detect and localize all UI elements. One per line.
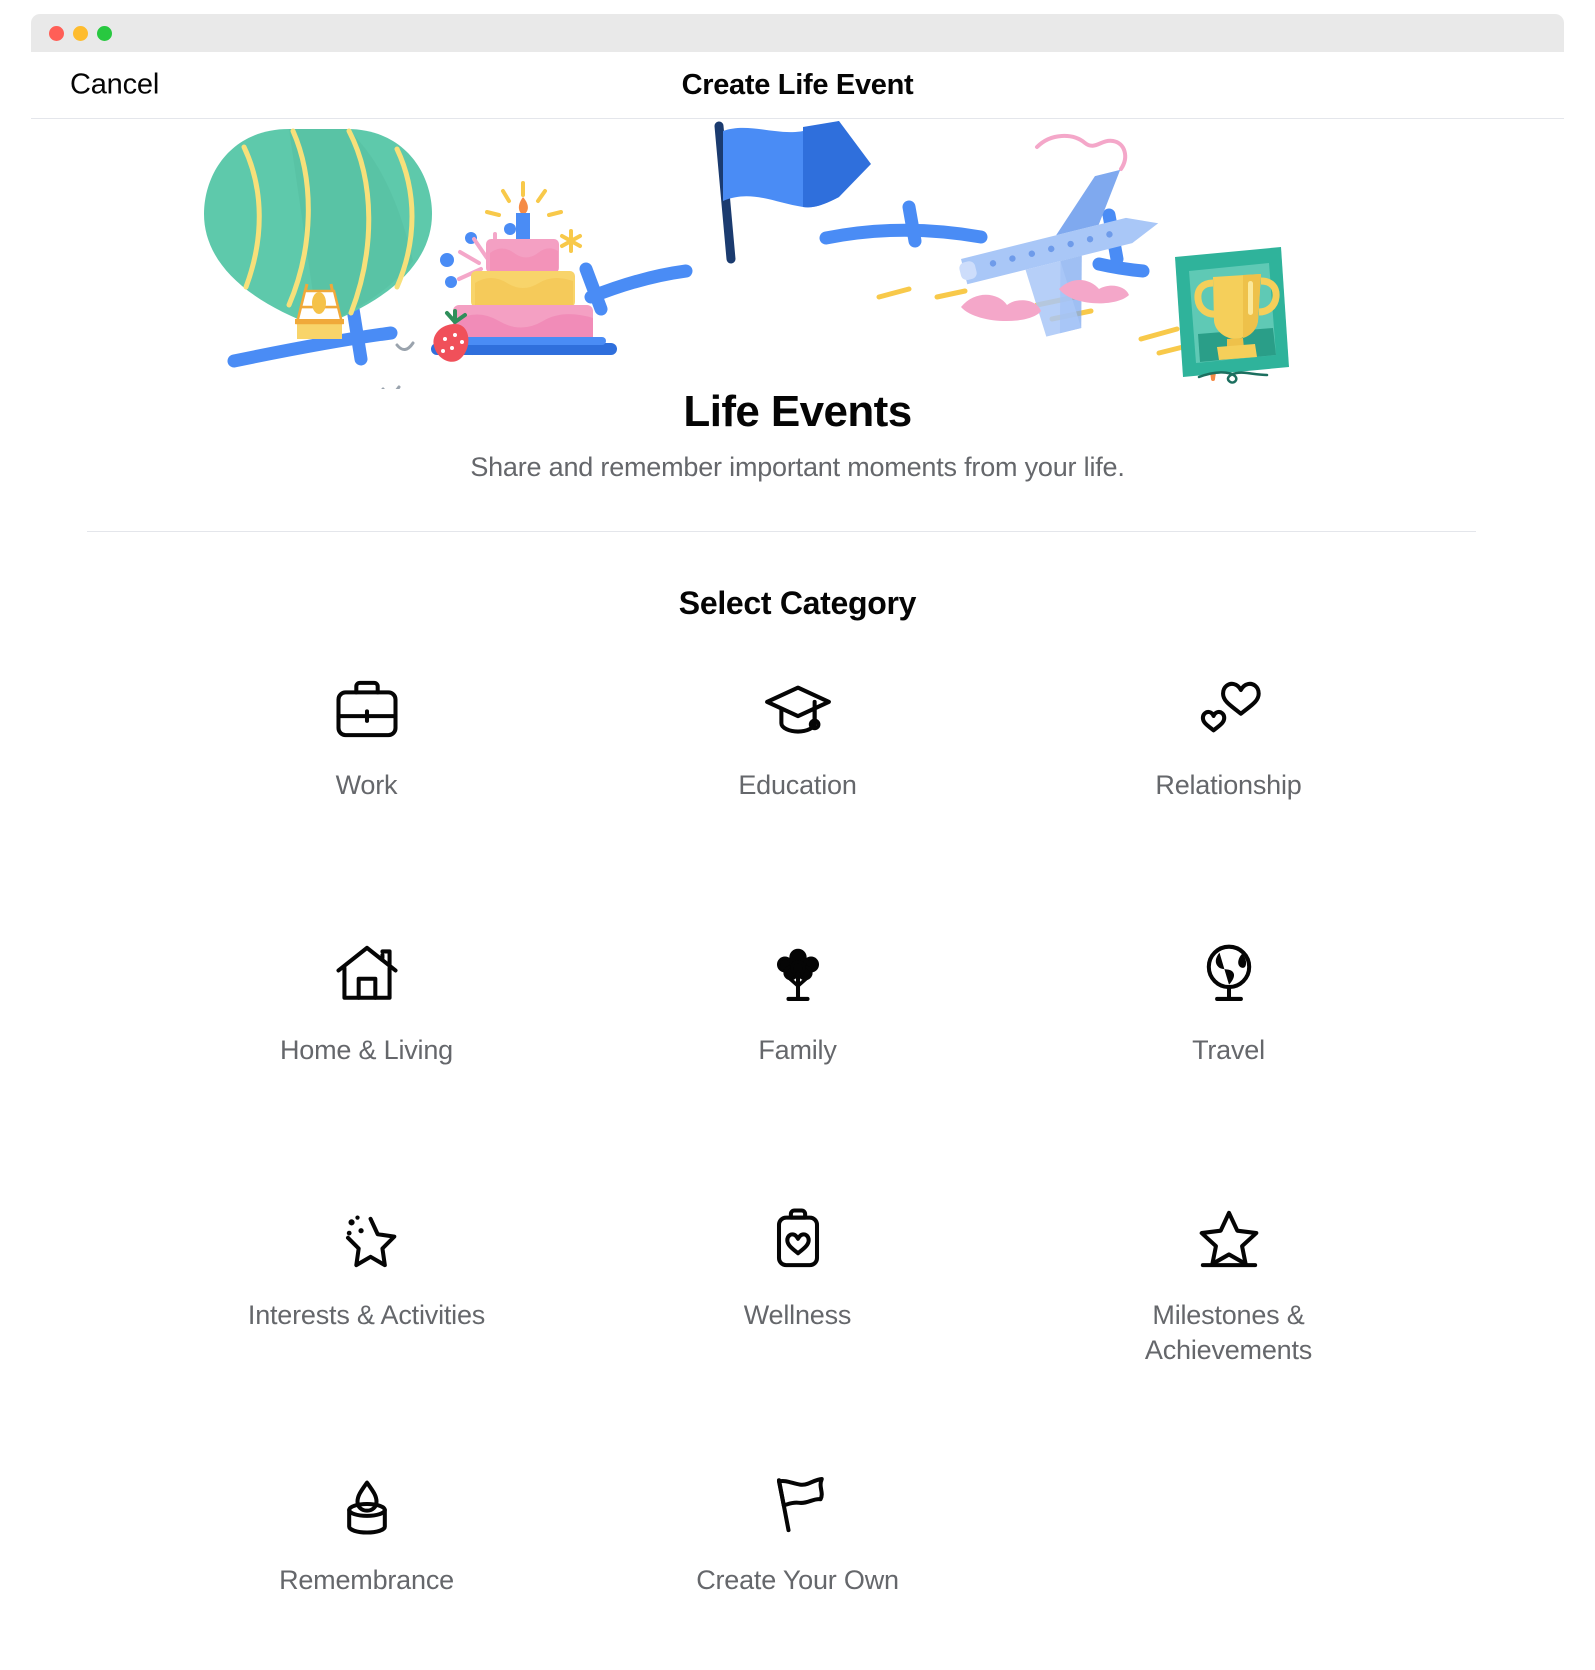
category-label: Milestones & Achievements: [1144, 1300, 1313, 1366]
section-divider: [87, 531, 1476, 532]
category-label: Home & Living: [280, 1035, 453, 1065]
category-item-remembrance[interactable]: Remembrance: [151, 1461, 582, 1670]
hero-subtitle: Share and remember important moments fro…: [470, 452, 1125, 482]
category-label: Relationship: [1155, 770, 1302, 800]
app-window: Create Life Event Cancel Life Events Sha…: [0, 0, 1595, 1670]
cancel-button[interactable]: Cancel: [70, 69, 159, 102]
category-item-family[interactable]: Family: [582, 931, 1013, 1196]
category-label: Family: [758, 1035, 837, 1065]
clipboard-heart-icon: [755, 1196, 841, 1282]
two-hearts-icon: [1186, 666, 1272, 752]
zoom-window-button[interactable]: [97, 25, 112, 41]
house-icon: [324, 931, 410, 1017]
close-window-button[interactable]: [49, 25, 64, 41]
category-item-create-own[interactable]: Create Your Own: [582, 1461, 1013, 1670]
category-label: Interests & Activities: [247, 1300, 486, 1330]
category-grid: Work Education Relationship Home & Livin…: [31, 666, 1564, 1670]
globe-icon: [1186, 931, 1272, 1017]
category-item-travel[interactable]: Travel: [1013, 931, 1444, 1196]
category-label: Remembrance: [279, 1565, 454, 1595]
category-section: Select Category Work Education Relations…: [31, 533, 1564, 1670]
category-item-relationship[interactable]: Relationship: [1013, 666, 1444, 931]
page-title: Create Life Event: [681, 68, 914, 101]
traffic-lights: [49, 25, 112, 41]
sparkle-star-icon: [324, 1196, 410, 1282]
hero-section: Life Events Share and remember important…: [31, 119, 1564, 535]
category-item-interests[interactable]: Interests & Activities: [151, 1196, 582, 1461]
life-events-illustration: [31, 119, 1564, 535]
category-item-wellness[interactable]: Wellness: [582, 1196, 1013, 1461]
category-label: Education: [738, 770, 857, 800]
navigation-bar: Create Life Event Cancel: [31, 52, 1564, 119]
outline-flag-icon: [755, 1461, 841, 1547]
select-category-heading: Select Category: [678, 585, 917, 621]
category-item-milestones[interactable]: Milestones & Achievements: [1013, 1196, 1444, 1461]
category-label: Wellness: [743, 1300, 852, 1330]
candle-icon: [324, 1461, 410, 1547]
tree-icon: [755, 931, 841, 1017]
category-label: Work: [335, 770, 398, 800]
category-label: Travel: [1192, 1035, 1265, 1065]
minimize-window-button[interactable]: [73, 25, 88, 41]
star-podium-icon: [1186, 1196, 1272, 1282]
category-label: Create Your Own: [696, 1565, 899, 1595]
category-item-work[interactable]: Work: [151, 666, 582, 931]
graduation-cap-icon: [755, 666, 841, 752]
category-item-home-living[interactable]: Home & Living: [151, 931, 582, 1196]
briefcase-icon: [324, 666, 410, 752]
category-item-education[interactable]: Education: [582, 666, 1013, 931]
hero-title: Life Events: [683, 387, 912, 436]
window-titlebar: [31, 14, 1564, 52]
